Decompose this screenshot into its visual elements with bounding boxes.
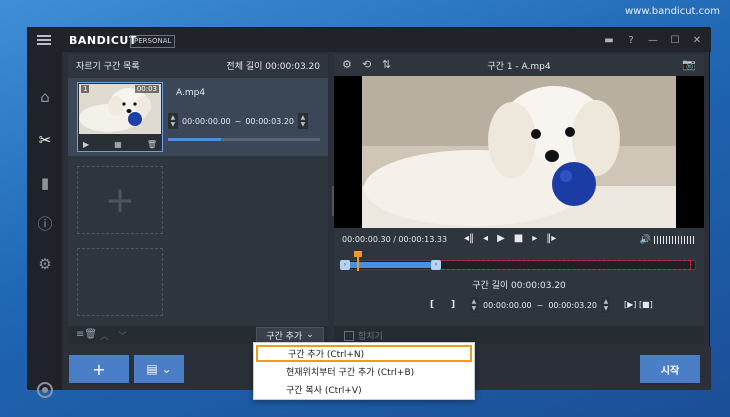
clip-time-range: ▲ ▼ 00:00:00.00 ~ 00:00:03.20 ▲ ▼: [168, 113, 308, 129]
current-time: 00:00:00.30 / 00:00:13.33: [342, 235, 448, 244]
clip-name: A.mp4: [176, 88, 206, 98]
camera-icon[interactable]: 📷: [682, 58, 696, 71]
film-icon: ▤ ⌄: [146, 362, 172, 376]
clip-row[interactable]: 1 00:03 ▶ ▦ 🗑 A.mp4 ▲ ▼ 00:00:00.00 ~ 00:…: [68, 78, 328, 156]
step-back-icon[interactable]: ◂: [483, 233, 488, 244]
dropdown-item-add-from-current[interactable]: 현재위치부터 구간 추가 (Ctrl+B): [256, 363, 472, 380]
settings-icon[interactable]: ⚙: [28, 249, 62, 279]
total-length: 전체 길이 00:00:03.20: [226, 61, 320, 72]
close-icon[interactable]: ✕: [689, 32, 705, 48]
chevron-down-icon: ⌄: [306, 330, 314, 340]
section-length: 구간 길이 00:00:03.20: [472, 281, 566, 291]
clip-end-time[interactable]: 00:00:03.20: [245, 117, 294, 126]
section-start-time[interactable]: 00:00:00.00: [483, 301, 532, 310]
grid-icon[interactable]: ▦: [114, 140, 122, 149]
dropdown-item-add-section[interactable]: 구간 추가 (Ctrl+N): [256, 345, 472, 362]
sidebar: ⌂ ✂ ▮ ⓘ ⚙: [28, 52, 62, 398]
folder-icon[interactable]: ▬: [601, 32, 617, 48]
move-down-icon[interactable]: ﹀: [118, 329, 127, 342]
hamburger-menu-icon[interactable]: [37, 35, 51, 45]
section-list-title: 자르기 구간 목록: [76, 61, 140, 72]
merge-checkbox-box[interactable]: [344, 330, 354, 341]
maximize-icon[interactable]: ☐: [667, 32, 683, 48]
title-bar: BANDICUT PERSONAL ▬ ? — ☐ ✕: [28, 28, 711, 52]
help-icon[interactable]: ?: [623, 32, 639, 48]
end-time-stepper[interactable]: ▲ ▼: [298, 113, 308, 129]
plus-icon: +: [104, 179, 136, 221]
set-end-button[interactable]: ]: [451, 300, 455, 310]
add-clip-slot[interactable]: +: [77, 166, 163, 234]
start-time-stepper[interactable]: ▲ ▼: [168, 113, 178, 129]
play-selection-buttons[interactable]: [▶] [■]: [624, 300, 653, 309]
empty-clip-slot: [77, 248, 163, 316]
clip-thumbnail[interactable]: 1 00:03 ▶ ▦ 🗑: [77, 82, 163, 152]
clip-number: 1: [81, 85, 90, 93]
section-range-separator: ~: [536, 300, 544, 310]
plus-icon: +: [92, 359, 106, 379]
cut-icon[interactable]: ✂: [28, 125, 62, 155]
file-menu-button[interactable]: ▤ ⌄: [134, 355, 184, 383]
record-icon[interactable]: [37, 382, 53, 398]
edition-badge: PERSONAL: [130, 35, 176, 48]
volume-icon[interactable]: 🔊: [640, 235, 651, 245]
start-button[interactable]: 시작: [640, 355, 700, 383]
video-preview: [334, 76, 704, 228]
section-start-stepper[interactable]: ▲ ▼: [470, 297, 478, 313]
add-section-label: 구간 추가: [266, 331, 303, 342]
clip-duration: 00:03: [134, 85, 159, 93]
prev-frame-icon[interactable]: ◂‖: [464, 233, 474, 244]
volume-slider[interactable]: [654, 236, 696, 244]
preview-panel: ⚙ ⟲ ⇅ 구간 1 - A.mp4 📷 00:00:00.30 / 00:00…: [334, 54, 704, 344]
play-icon[interactable]: ▶: [497, 233, 505, 244]
app-logo: BANDICUT: [69, 34, 137, 47]
next-frame-icon[interactable]: ‖▸: [546, 233, 556, 244]
add-section-dropdown: 구간 추가 (Ctrl+N) 현재위치부터 구간 추가 (Ctrl+B) 구간 …: [253, 342, 475, 400]
step-forward-icon[interactable]: ▸: [532, 233, 537, 244]
section-range-row: [ ] ▲ ▼ 00:00:00.00 ~ 00:00:03.20 ▲ ▼ [▶] …: [334, 296, 704, 314]
section-list-panel: 자르기 구간 목록 전체 길이 00:00:03.20 1 00:03 ▶ ▦ …: [68, 54, 328, 326]
timeline[interactable]: › ‹: [340, 251, 696, 271]
dropdown-item-copy-section[interactable]: 구간 복사 (Ctrl+V): [256, 381, 472, 398]
preview-title: 구간 1 - A.mp4: [487, 62, 551, 72]
list-delete-icon[interactable]: ≡🗑: [76, 329, 97, 340]
section-end-time[interactable]: 00:00:03.20: [548, 301, 597, 310]
playback-controls: 00:00:00.30 / 00:00:13.33 ◂‖ ◂ ▶ ■ ▸ ‖▸ …: [334, 232, 704, 248]
move-up-icon[interactable]: ︿: [100, 329, 109, 342]
play-icon[interactable]: ▶: [83, 140, 89, 149]
section-list-header: 자르기 구간 목록 전체 길이 00:00:03.20: [68, 54, 328, 76]
home-icon[interactable]: ⌂: [28, 82, 62, 112]
clip-progress-bar: [168, 138, 320, 141]
selection-start-handle[interactable]: ›: [340, 260, 350, 270]
timeline-remaining-region: [437, 260, 691, 270]
trash-icon[interactable]: 🗑: [147, 140, 157, 149]
minimize-icon[interactable]: —: [645, 32, 661, 48]
info-icon[interactable]: ⓘ: [28, 208, 62, 238]
add-file-button[interactable]: +: [69, 355, 129, 383]
add-section-button[interactable]: 구간 추가 ⌄: [256, 327, 324, 343]
section-end-stepper[interactable]: ▲ ▼: [602, 297, 610, 313]
merge-label: 합치기: [358, 332, 383, 342]
stop-icon[interactable]: ■: [514, 233, 523, 244]
merge-checkbox[interactable]: 합치기: [344, 329, 383, 342]
set-start-button[interactable]: [: [430, 300, 434, 310]
clip-range-separator: ~: [234, 116, 242, 126]
clip-start-time[interactable]: 00:00:00.00: [182, 117, 231, 126]
split-icon[interactable]: ▮: [28, 168, 62, 198]
playhead-marker[interactable]: [354, 251, 362, 271]
selection-end-handle[interactable]: ‹: [431, 260, 441, 270]
watermark: www.bandicut.com: [624, 6, 720, 17]
app-window: BANDICUT PERSONAL ▬ ? — ☐ ✕ ⌂ ✂ ▮ ⓘ ⚙ 자르…: [27, 27, 711, 398]
